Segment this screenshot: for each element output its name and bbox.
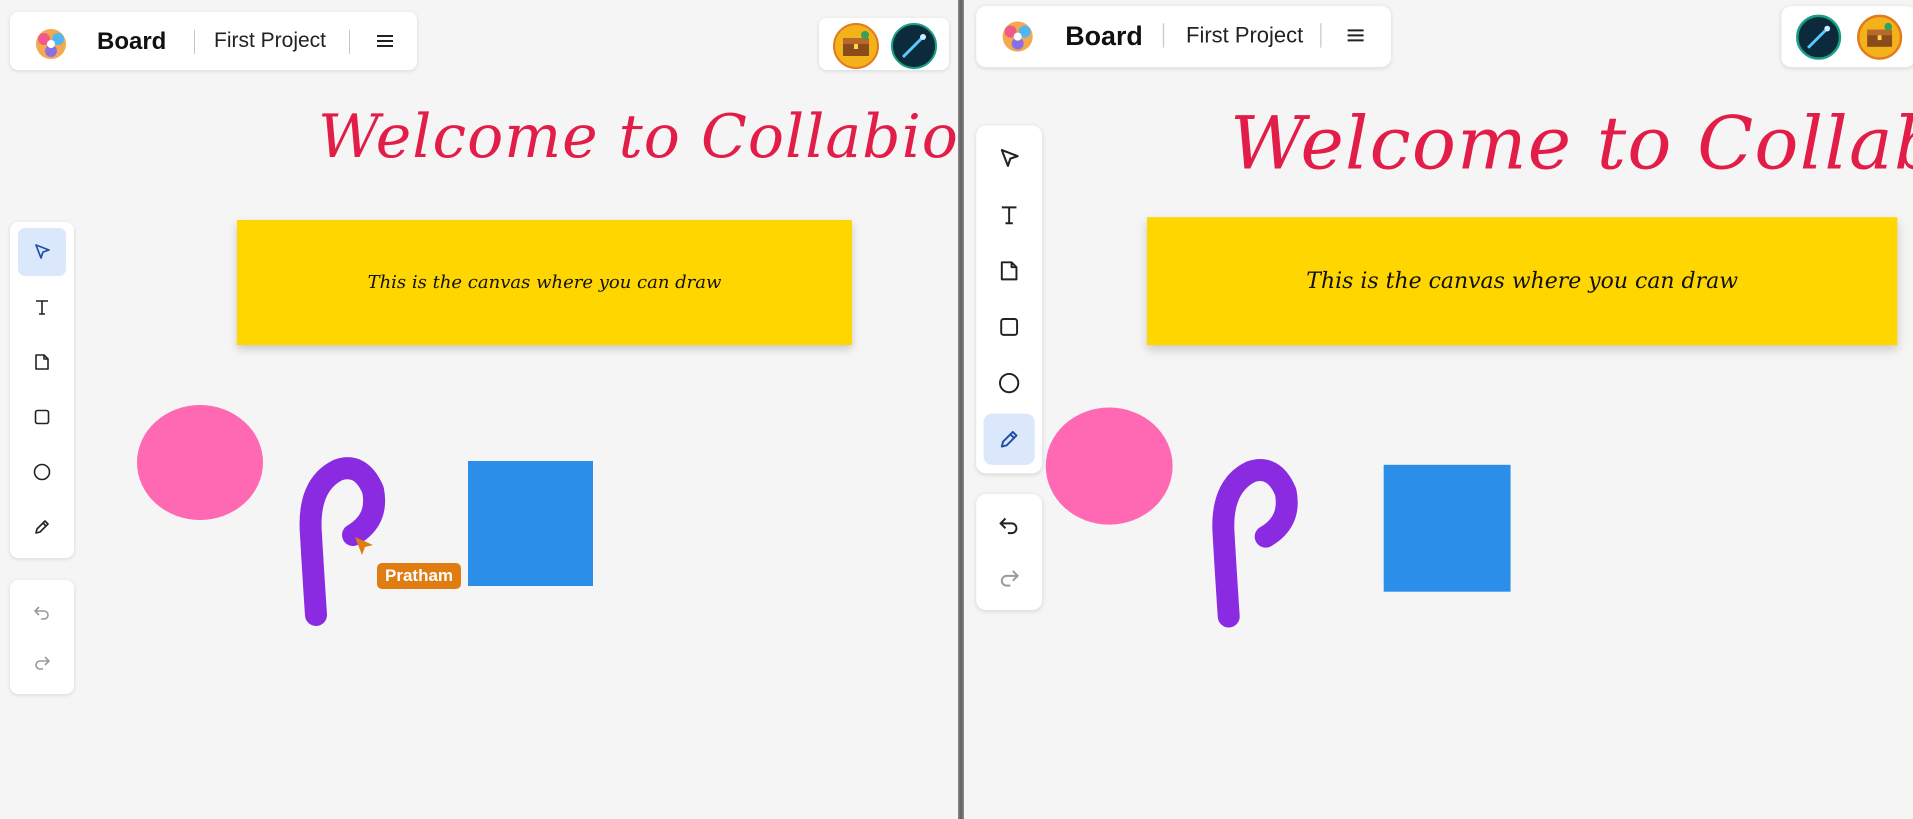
welcome-text[interactable]: Welcome to Collabio xyxy=(318,102,958,172)
rectangle-tool-button[interactable] xyxy=(984,301,1035,352)
pen-tool-button[interactable] xyxy=(18,503,66,551)
select-tool-button[interactable] xyxy=(18,228,66,276)
pen-tool-button[interactable] xyxy=(983,413,1035,465)
collaborator-avatars xyxy=(1781,6,1913,68)
circle-icon xyxy=(33,463,51,481)
pink-ellipse[interactable] xyxy=(1045,407,1173,525)
blue-rectangle[interactable] xyxy=(468,461,593,586)
sticky-note-text: This is the canvas where you can draw xyxy=(1306,268,1738,295)
pencil-icon xyxy=(35,520,49,534)
collabio-logo-icon[interactable] xyxy=(1001,20,1035,54)
tool-palette xyxy=(10,222,74,558)
pointer-icon xyxy=(1000,149,1019,167)
avatar[interactable] xyxy=(891,23,937,69)
tool-palette xyxy=(976,125,1043,474)
pink-ellipse[interactable] xyxy=(137,405,263,520)
remote-cursor-icon xyxy=(355,537,373,555)
avatar[interactable] xyxy=(1857,14,1903,60)
collaborator-avatars xyxy=(819,18,949,70)
comet-avatar-icon xyxy=(901,34,926,59)
square-icon xyxy=(1000,318,1019,336)
note-tool-button[interactable] xyxy=(984,245,1035,296)
avatar[interactable] xyxy=(833,23,879,69)
pencil-icon xyxy=(1000,430,1018,448)
note-tool-button[interactable] xyxy=(18,338,66,386)
project-name[interactable]: First Project xyxy=(1186,23,1303,49)
header-separator xyxy=(349,30,350,54)
welcome-text[interactable]: Welcome to Collabio xyxy=(1230,101,1913,186)
redo-icon xyxy=(35,656,51,670)
history-controls xyxy=(976,494,1043,610)
history-controls xyxy=(10,580,74,694)
text-tool-button[interactable] xyxy=(984,189,1035,240)
ellipse-tool-button[interactable] xyxy=(984,357,1035,408)
undo-icon xyxy=(999,517,1018,535)
blue-rectangle[interactable] xyxy=(1383,464,1511,592)
comet-avatar-icon xyxy=(1807,25,1831,49)
header-separator xyxy=(194,30,195,54)
right-pane: Board First Project Welcome to Colla Thi… xyxy=(964,0,1913,819)
hamburger-menu-icon[interactable] xyxy=(374,31,396,51)
collabio-logo-icon[interactable] xyxy=(34,27,68,61)
redo-icon xyxy=(1000,570,1020,587)
circle-icon xyxy=(999,372,1020,394)
sticky-note-text: This is the canvas where you can draw xyxy=(367,272,722,293)
undo-button[interactable] xyxy=(18,588,66,636)
undo-button[interactable] xyxy=(984,499,1035,550)
remote-cursor-label: Pratham xyxy=(377,563,462,589)
redo-button[interactable] xyxy=(18,638,66,686)
ellipse-tool-button[interactable] xyxy=(18,448,66,496)
square-icon xyxy=(34,409,50,425)
text-icon xyxy=(36,300,48,315)
text-icon xyxy=(1001,206,1017,225)
hamburger-menu-icon[interactable] xyxy=(1345,24,1367,46)
sticky-note-icon xyxy=(1000,261,1018,281)
treasure-chest-avatar-icon xyxy=(843,31,869,56)
text-tool-button[interactable] xyxy=(18,283,66,331)
board-title: Board xyxy=(1065,20,1143,52)
rectangle-tool-button[interactable] xyxy=(18,393,66,441)
sticky-note-icon xyxy=(35,354,49,370)
purple-freehand-stroke[interactable] xyxy=(283,450,393,630)
pointer-icon xyxy=(35,244,50,259)
undo-icon xyxy=(33,606,49,620)
board-title: Board xyxy=(97,28,167,55)
redo-button[interactable] xyxy=(984,551,1035,602)
left-pane: Board First Project Welcome to Collabio … xyxy=(0,0,958,819)
sticky-note[interactable]: This is the canvas where you can draw xyxy=(1147,217,1898,346)
header-separator xyxy=(1320,23,1322,48)
project-name[interactable]: First Project xyxy=(214,29,326,53)
avatar[interactable] xyxy=(1796,14,1842,60)
header-separator xyxy=(1162,23,1165,48)
sticky-note[interactable]: This is the canvas where you can draw xyxy=(237,220,852,345)
header-card: Board First Project xyxy=(976,6,1391,68)
purple-freehand-stroke[interactable] xyxy=(1196,451,1306,632)
treasure-chest-avatar-icon xyxy=(1867,22,1893,47)
select-tool-button[interactable] xyxy=(984,133,1035,184)
header-card: Board First Project xyxy=(10,12,417,70)
